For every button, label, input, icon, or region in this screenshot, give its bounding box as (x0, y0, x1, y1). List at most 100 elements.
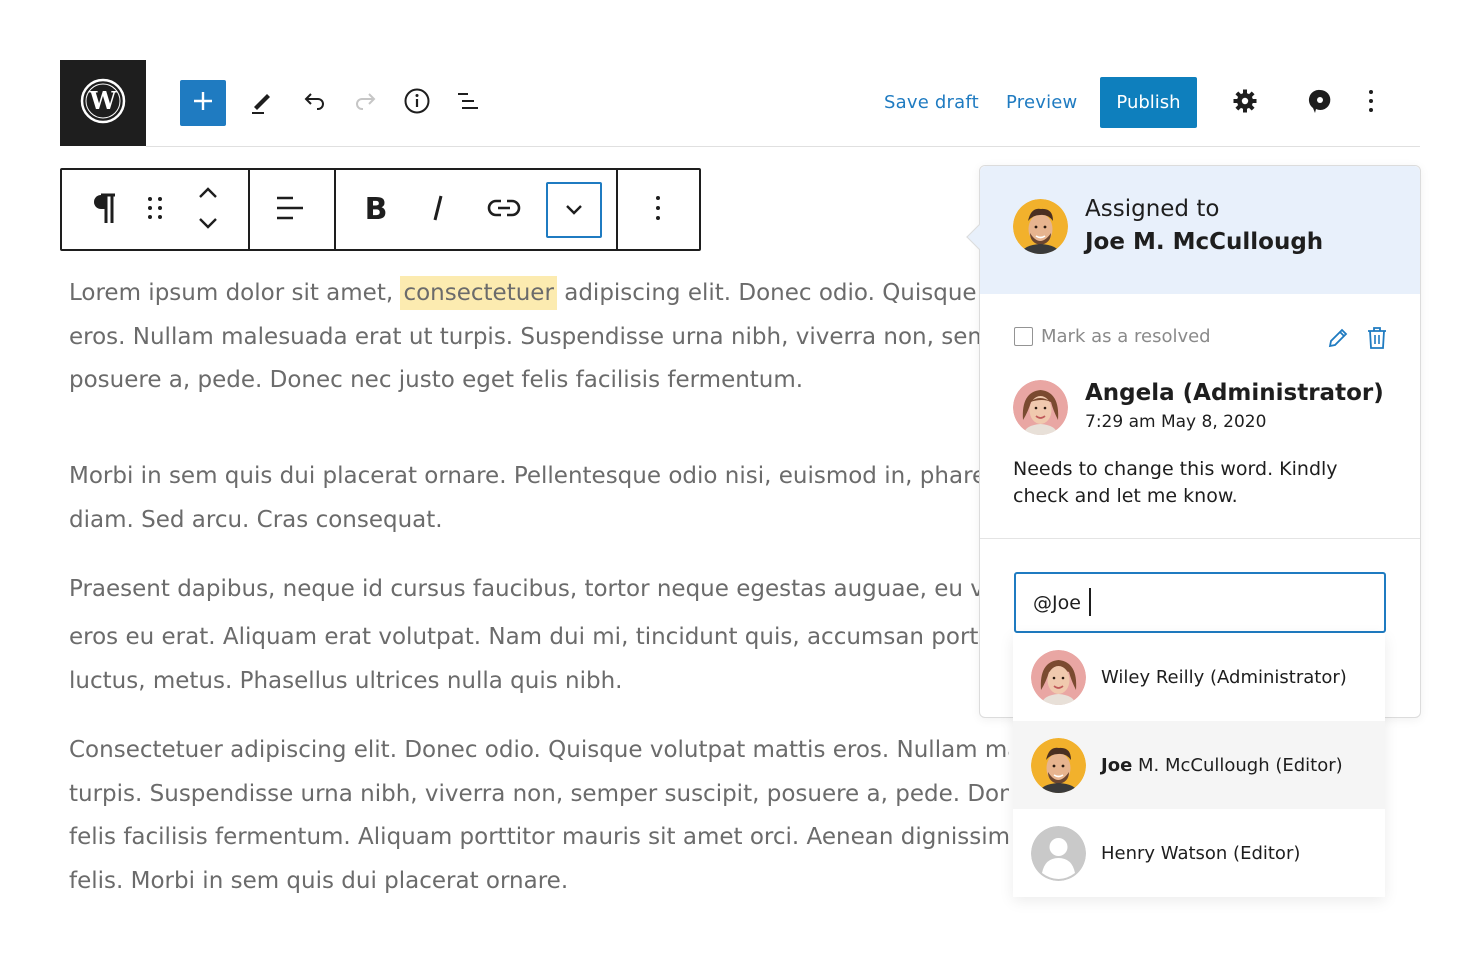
man-avatar-icon (1013, 199, 1068, 254)
comment-icon (1306, 87, 1334, 119)
italic-icon (428, 193, 448, 227)
svg-text:W: W (89, 86, 118, 115)
block-type-button[interactable] (84, 190, 124, 230)
panel-divider (980, 538, 1420, 539)
comment-author-avatar (1013, 380, 1068, 435)
link-button[interactable] (480, 190, 528, 230)
paragraph-line: Morbi in sem quis dui placerat ornare. P… (69, 463, 1009, 489)
list-view-button[interactable] (451, 86, 485, 120)
post-content[interactable]: Lorem ipsum dolor sit amet, consectetuer… (69, 272, 1009, 912)
comment-timestamp: 7:29 am May 8, 2020 (1085, 412, 1267, 432)
suggestion-avatar (1031, 738, 1086, 793)
list-view-icon (454, 87, 482, 119)
details-button[interactable] (400, 86, 434, 120)
undo-button[interactable] (297, 86, 331, 120)
svg-text:B: B (365, 193, 388, 223)
suggestion-name: Wiley Reilly (Administrator) (1101, 666, 1347, 688)
trash-icon (1368, 327, 1386, 349)
man-avatar-icon (1031, 738, 1086, 793)
redo-icon (352, 87, 380, 119)
default-user-avatar-icon (1031, 826, 1086, 881)
settings-button[interactable] (1228, 86, 1262, 120)
paragraph-block[interactable]: Praesent dapibus, neque id cursus faucib… (69, 568, 1009, 703)
add-block-button[interactable] (180, 80, 226, 126)
suggestion-item[interactable]: Wiley Reilly (Administrator) (1013, 633, 1385, 721)
woman-avatar-icon (1031, 650, 1086, 705)
suggestion-avatar (1031, 826, 1086, 881)
assignee-name: Joe M. McCullough (1085, 229, 1324, 255)
paragraph-block[interactable]: Consectetuer adipiscing elit. Donec odio… (69, 729, 1009, 903)
paragraph-line: Praesent dapibus, neque id cursus faucib… (69, 576, 1009, 602)
paragraph-block[interactable]: Lorem ipsum dolor sit amet, consectetuer… (69, 272, 1009, 403)
plus-icon (192, 90, 214, 116)
align-button[interactable] (270, 190, 310, 230)
block-options-button[interactable] (640, 190, 676, 230)
paragraph-line: eros. Nullam malesuada erat ut turpis. S… (69, 323, 1009, 350)
paragraph-icon (89, 191, 119, 229)
drag-handle-icon (145, 194, 165, 226)
block-toolbar: B (60, 168, 701, 251)
paragraph-line: felis facilisis fermentum. Aliquam portt… (69, 824, 1009, 850)
link-icon (486, 197, 522, 223)
resolve-checkbox[interactable] (1014, 327, 1033, 346)
reply-input[interactable] (1014, 572, 1386, 633)
suggestion-name: Joe M. McCullough (Editor) (1101, 755, 1343, 776)
paragraph-line: eros eu erat. Aliquam erat volutpat. Nam… (69, 624, 1009, 650)
wordpress-logo-icon: W (80, 78, 126, 128)
comments-button[interactable] (1303, 86, 1337, 120)
redo-button[interactable] (349, 86, 383, 120)
options-button[interactable] (1354, 86, 1388, 120)
align-left-icon (274, 193, 306, 227)
assignee-avatar (1013, 199, 1068, 254)
paragraph-line: posuere a, pede. Donec nec justo eget fe… (69, 367, 804, 393)
text-run: Lorem ipsum dolor sit amet, (69, 280, 401, 306)
text-run: adipiscing elit. Donec odio. Quisque vol… (564, 280, 1009, 306)
paragraph-line: Lorem ipsum dolor sit amet, consectetuer… (69, 272, 1009, 316)
suggestion-avatar (1031, 650, 1086, 705)
delete-comment-button[interactable] (1366, 326, 1388, 354)
drag-handle[interactable] (138, 190, 172, 230)
paragraph-line: turpis. Suspendisse urna nibh, viverra n… (69, 780, 1009, 807)
preview-button[interactable]: Preview (1006, 92, 1077, 113)
tools-button[interactable] (245, 86, 279, 120)
bold-button[interactable]: B (356, 190, 396, 230)
pencil-icon (1328, 328, 1348, 348)
paragraph-block[interactable]: Morbi in sem quis dui placerat ornare. P… (69, 455, 1009, 542)
edit-comment-button[interactable] (1326, 326, 1350, 354)
move-up-down-icon (196, 184, 220, 236)
comment-author: Angela (Administrator) (1085, 380, 1384, 406)
paragraph-line: diam. Sed arcu. Cras consequat. (69, 506, 443, 533)
more-vertical-icon (1357, 87, 1385, 119)
move-block-button[interactable] (188, 184, 228, 236)
toolbar-separator (616, 170, 618, 249)
mention-suggestions: Wiley Reilly (Administrator) Joe M. McCu… (1013, 633, 1385, 897)
undo-icon (300, 87, 328, 119)
woman-avatar-icon (1013, 380, 1068, 435)
matched-text: Joe (1101, 754, 1133, 776)
suggestion-name: Henry Watson (Editor) (1101, 842, 1301, 864)
more-vertical-icon (648, 193, 668, 227)
more-rich-text-button[interactable] (546, 182, 602, 238)
gear-icon (1232, 88, 1258, 118)
pencil-icon (248, 87, 276, 119)
toolbar-separator (334, 170, 336, 249)
resolve-label: Mark as a resolved (1041, 326, 1211, 347)
suggestion-name-rest: M. McCullough (Editor) (1132, 754, 1343, 776)
italic-button[interactable] (418, 190, 458, 230)
comment-text: Needs to change this word. Kindly check … (1013, 458, 1338, 507)
highlighted-word[interactable]: consectetuer (400, 276, 557, 310)
suggestion-item-selected[interactable]: Joe M. McCullough (Editor) (1013, 721, 1385, 809)
suggestion-item[interactable]: Henry Watson (Editor) (1013, 809, 1385, 897)
resolve-checkbox-row[interactable]: Mark as a resolved (1014, 326, 1211, 347)
info-icon (403, 87, 431, 119)
chevron-down-icon (563, 201, 585, 220)
assignment-box: Assigned to Joe M. McCullough (980, 166, 1420, 294)
paragraph-line: felis. Morbi in sem quis dui placerat or… (69, 867, 569, 894)
text-cursor (1089, 588, 1091, 616)
save-draft-button[interactable]: Save draft (884, 92, 979, 113)
wordpress-logo-button[interactable]: W (60, 60, 146, 146)
paragraph-line: luctus, metus. Phasellus ultrices nulla … (69, 667, 623, 694)
header-divider (146, 146, 1420, 147)
assigned-label: Assigned to (1085, 196, 1220, 222)
publish-button[interactable]: Publish (1100, 77, 1197, 128)
